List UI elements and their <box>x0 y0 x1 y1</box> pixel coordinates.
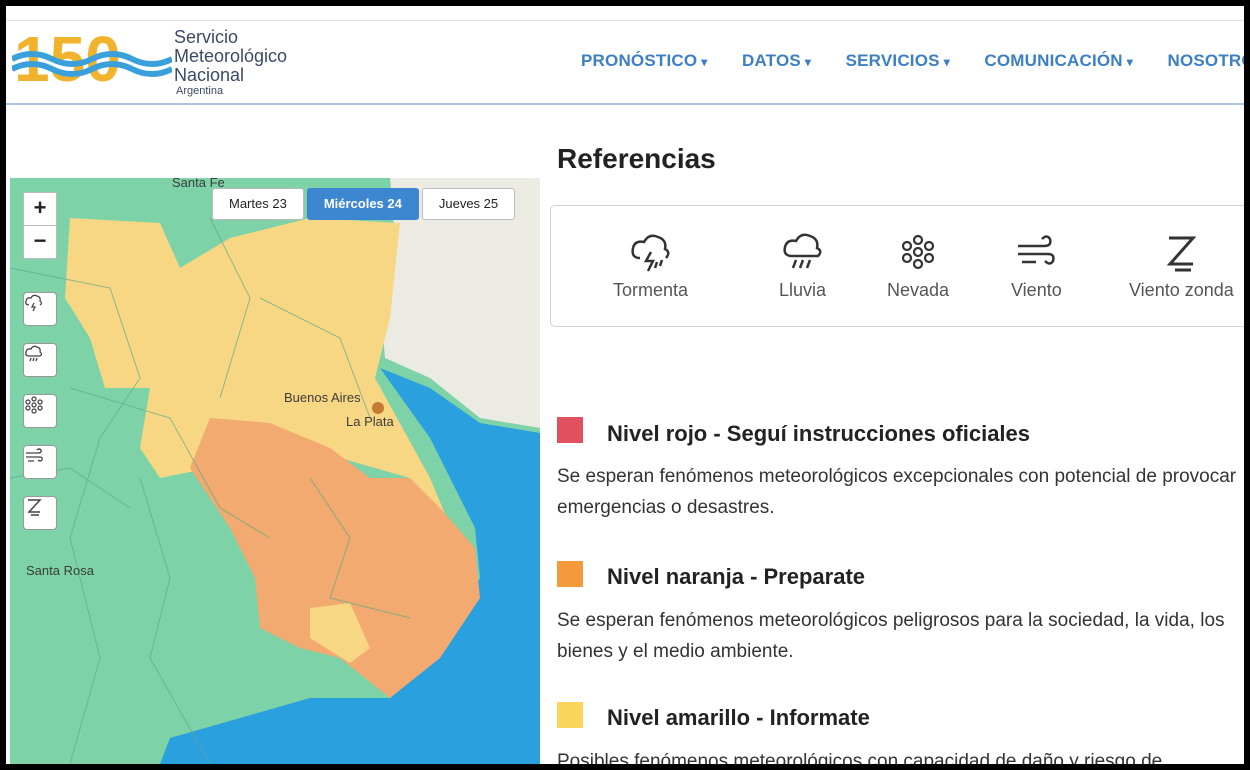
reference-rain: Lluvia <box>779 230 826 301</box>
reference-zonda: Viento zonda <box>1129 230 1234 301</box>
alert-map[interactable]: Santa Fe Buenos Aires La Plata Santa Ros… <box>10 178 540 764</box>
chevron-down-icon: ▾ <box>943 55 950 69</box>
reference-label: Nevada <box>887 280 950 300</box>
references-icon-box: Tormenta Lluvia Nevada Viento Viento zon… <box>550 205 1244 327</box>
logo-line-3: Nacional <box>174 65 245 85</box>
day-button-martes[interactable]: Martes 23 <box>212 188 304 220</box>
nav-datos[interactable]: DATOS ▾ <box>742 51 811 71</box>
zonda-icon <box>27 499 42 516</box>
day-selector: Martes 23 Miércoles 24 Jueves 25 <box>212 188 518 220</box>
nav-servicios[interactable]: SERVICIOS ▾ <box>846 51 950 71</box>
red-swatch <box>557 417 583 443</box>
level-title: Nivel naranja - Preparate <box>607 564 866 589</box>
level-title: Nivel amarillo - Informate <box>607 705 870 730</box>
layer-storm-button[interactable] <box>23 292 57 326</box>
layer-rain-button[interactable] <box>23 343 57 377</box>
day-button-jueves[interactable]: Jueves 25 <box>421 188 516 220</box>
nav-pronostico[interactable]: PRONÓSTICO ▾ <box>581 51 708 71</box>
zoom-in-button[interactable]: + <box>23 192 57 226</box>
level-title: Nivel rojo - Seguí instrucciones oficial… <box>607 421 1031 446</box>
zonda-icon <box>1167 236 1197 272</box>
rain-icon <box>25 345 43 362</box>
zoom-out-button[interactable]: − <box>23 225 57 259</box>
logo-line-2: Meteorológico <box>174 46 288 66</box>
place-santa-rosa: Santa Rosa <box>26 563 94 578</box>
chevron-down-icon: ▾ <box>1126 55 1134 69</box>
smn-logo[interactable]: 150 Servicio Meteorológico Nacional Arge… <box>10 23 312 98</box>
reference-label: Viento zonda <box>1129 280 1234 300</box>
main-nav: PRONÓSTICO ▾ DATOS ▾ SERVICIOS ▾ COMUNICACI… <box>581 51 1244 71</box>
level-description: Se esperan fenómenos meteorológicos exce… <box>557 466 1237 518</box>
browser-viewport: 150 Servicio Meteorológico Nacional Arge… <box>6 6 1244 764</box>
site-header: 150 Servicio Meteorológico Nacional Arge… <box>6 21 1244 105</box>
top-strip <box>6 6 1244 21</box>
wind-icon <box>1018 235 1056 265</box>
snow-icon <box>25 396 43 414</box>
buenos-aires-marker <box>372 402 384 414</box>
reference-storm: Tormenta <box>613 230 688 301</box>
chevron-down-icon: ▾ <box>701 55 708 69</box>
rain-icon <box>782 233 822 269</box>
level-description: Posibles fenómenos meteorológicos con ca… <box>557 751 1163 764</box>
logo-country: Argentina <box>176 85 224 97</box>
orange-swatch <box>557 561 583 587</box>
nav-nosotros[interactable]: NOSOTROS <box>1167 51 1244 71</box>
chevron-down-icon: ▾ <box>804 55 812 69</box>
reference-label: Lluvia <box>779 280 827 300</box>
place-buenos-aires: Buenos Aires <box>284 390 361 405</box>
storm-icon <box>25 294 43 312</box>
reference-label: Tormenta <box>613 280 689 300</box>
logo-text: Servicio Meteorológico Nacional Argentin… <box>174 27 288 98</box>
layer-wind-button[interactable] <box>23 445 57 479</box>
place-la-plata: La Plata <box>346 414 394 429</box>
logo-150-graphic: 150 <box>10 23 174 95</box>
reference-wind: Viento <box>1011 230 1062 301</box>
references-title: Referencias <box>557 143 716 174</box>
layer-zonda-button[interactable] <box>23 496 57 530</box>
yellow-swatch <box>557 702 583 728</box>
level-description: Se esperan fenómenos meteorológicos peli… <box>557 610 1225 662</box>
day-button-miercoles[interactable]: Miércoles 24 <box>306 188 419 220</box>
wind-icon <box>26 448 43 462</box>
storm-icon <box>630 234 670 272</box>
nav-comunicacion[interactable]: COMUNICACIÓN ▾ <box>984 51 1133 71</box>
snow-icon <box>901 234 935 270</box>
reference-snow: Nevada <box>887 230 949 301</box>
logo-line-1: Servicio <box>174 27 239 47</box>
layer-snow-button[interactable] <box>23 394 57 428</box>
reference-label: Viento <box>1011 280 1062 300</box>
map-graphic <box>10 178 540 764</box>
